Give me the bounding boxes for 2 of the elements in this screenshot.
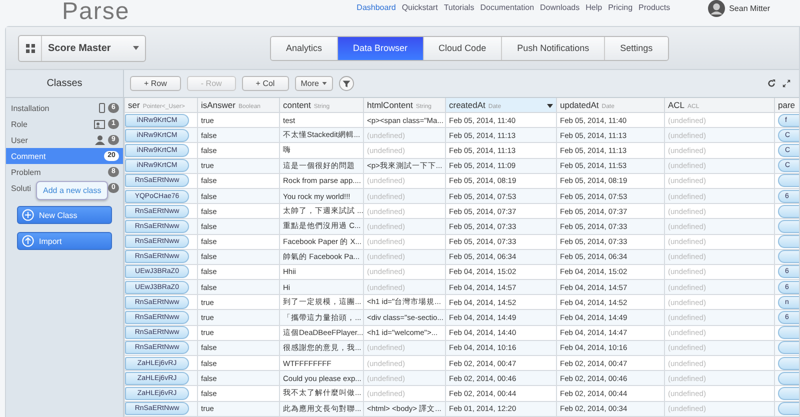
tooltip: Add a new class [36,181,108,200]
sidebar-title: Classes [6,70,123,98]
